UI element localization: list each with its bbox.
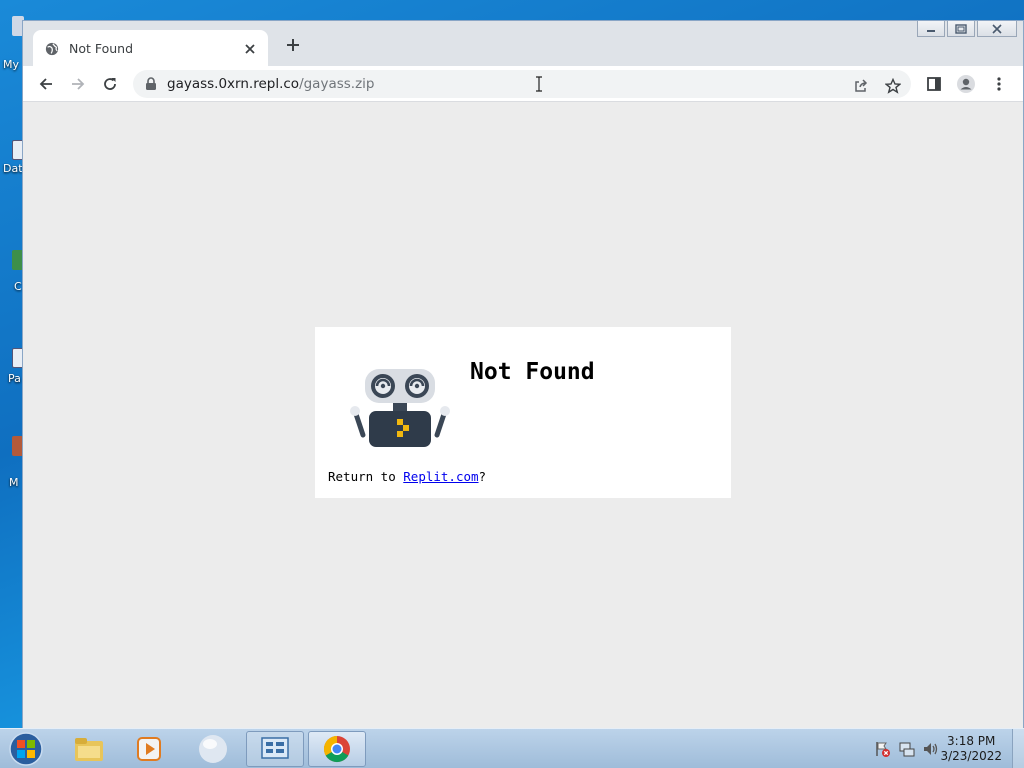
share-button[interactable] — [851, 76, 871, 96]
bookmark-button[interactable] — [883, 76, 903, 96]
file-explorer-icon — [75, 738, 103, 761]
desktop-icon-label: C — [14, 280, 22, 293]
desktop-icon-label: My — [3, 58, 20, 71]
close-icon[interactable] — [242, 41, 258, 57]
desktop-icon-my[interactable]: My — [0, 12, 24, 72]
menu-button[interactable] — [987, 72, 1011, 96]
restore-icon — [955, 23, 967, 34]
action-center-warning-icon[interactable] — [874, 740, 892, 758]
taskbar: 3:18 PM 3/23/2022 — [0, 728, 1024, 768]
clock-date: 3/23/2022 — [940, 749, 1002, 763]
forward-button[interactable] — [66, 72, 90, 96]
address-bar[interactable]: gayass.0xrn.repl.co/gayass.zip — [133, 70, 911, 98]
desktop-icon-label: Dat — [3, 162, 23, 175]
reload-icon — [104, 78, 116, 90]
back-button[interactable] — [34, 72, 58, 96]
chrome-icon — [323, 735, 350, 763]
reload-button[interactable] — [98, 72, 122, 96]
minimize-icon — [927, 29, 935, 32]
window-controls — [917, 21, 1017, 37]
browser-window: Not Found gayass.0xrn.repl.co/gayass.zip… — [22, 20, 1024, 729]
url-host: gayass.0xrn.repl.co — [167, 76, 300, 92]
browser-toolbar: gayass.0xrn.repl.co/gayass.zip — [23, 66, 1023, 102]
share-icon — [855, 79, 868, 92]
globe-app-icon — [199, 735, 227, 763]
return-message: Return to Replit.com? — [328, 469, 486, 484]
not-found-card: Not Found Return to Replit.com? — [315, 327, 731, 498]
replit-link[interactable]: Replit.com — [403, 469, 478, 484]
replit-robot-icon — [350, 369, 450, 447]
side-panel-icon — [927, 77, 941, 91]
desktop-icon-pa[interactable]: Pa — [0, 328, 24, 388]
url-path: /gayass.zip — [299, 76, 375, 92]
desktop-icon-label: Pa — [8, 372, 21, 385]
star-icon — [885, 78, 901, 94]
taskbar-file-explorer[interactable] — [60, 731, 118, 767]
control-panel-icon — [261, 737, 289, 759]
show-desktop-button[interactable] — [1012, 729, 1024, 768]
close-icon — [992, 23, 1002, 34]
volume-icon[interactable] — [922, 740, 940, 758]
tab-title: Not Found — [69, 41, 134, 56]
return-prefix: Return to — [328, 469, 404, 484]
text-cursor-icon — [536, 76, 542, 92]
restore-button[interactable] — [947, 21, 975, 37]
lock-icon[interactable] — [145, 77, 157, 91]
forward-icon — [72, 78, 85, 90]
plus-icon[interactable] — [285, 37, 301, 53]
close-window-button[interactable] — [977, 21, 1017, 37]
taskbar-globe-app[interactable] — [184, 731, 242, 767]
back-icon — [39, 78, 52, 90]
tab-not-found[interactable]: Not Found — [33, 30, 268, 67]
media-player-icon — [137, 737, 161, 761]
taskbar-control-panel[interactable] — [246, 731, 304, 767]
menu-icon — [997, 77, 1001, 91]
page-title: Not Found — [470, 359, 595, 385]
page-viewport: Not Found Return to Replit.com? — [23, 103, 1023, 729]
system-tray — [874, 740, 940, 758]
taskbar-clock[interactable]: 3:18 PM 3/23/2022 — [940, 734, 1002, 764]
desktop-icon-m[interactable]: M — [0, 432, 24, 492]
tab-strip: Not Found — [23, 21, 1023, 67]
globe-icon — [45, 42, 59, 55]
url-text[interactable]: gayass.0xrn.repl.co/gayass.zip — [167, 76, 374, 92]
profile-button[interactable] — [954, 72, 978, 96]
profile-icon — [957, 75, 975, 93]
network-icon[interactable] — [898, 740, 916, 758]
taskbar-media-player[interactable] — [120, 731, 178, 767]
start-orb-icon[interactable] — [6, 731, 46, 767]
taskbar-chrome[interactable] — [308, 731, 366, 767]
clock-time: 3:18 PM — [947, 734, 996, 748]
desktop-icon-c[interactable]: C — [0, 228, 24, 298]
desktop-icon-dat[interactable]: Dat — [0, 120, 24, 180]
minimize-button[interactable] — [917, 21, 945, 37]
side-panel-button[interactable] — [922, 72, 946, 96]
desktop-icon-label: M — [9, 476, 19, 489]
return-suffix: ? — [478, 469, 487, 484]
